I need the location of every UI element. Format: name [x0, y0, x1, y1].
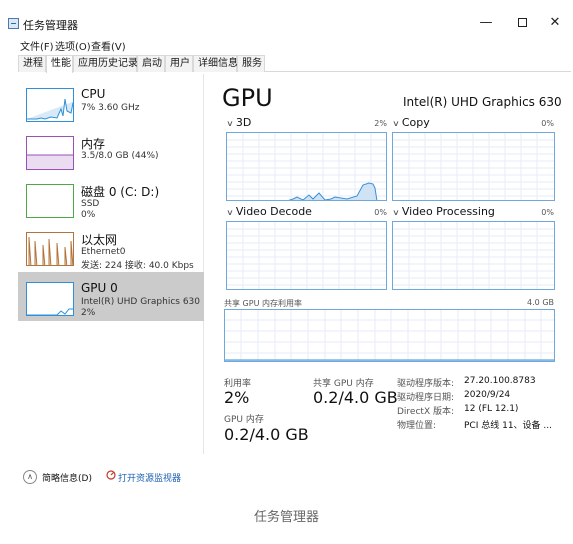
tab-details[interactable]: 详细信息: [193, 55, 238, 72]
physical-location-label: 物理位置:: [397, 421, 437, 431]
sidebar-item-label: GPU 0: [81, 281, 118, 295]
page-title: GPU: [222, 84, 273, 112]
directx-version-value: 12 (FL 12.1): [464, 404, 519, 414]
chevron-down-icon: ∨: [226, 119, 234, 128]
gpu-memory-label: GPU 内存: [224, 415, 264, 425]
engine-name: Video Decode: [235, 205, 312, 218]
sidebar-item-label: 磁盘 0 (C: D:): [81, 185, 160, 199]
maximize-icon: [517, 18, 527, 27]
gpu-memory-value: 0.2/4.0 GB: [224, 425, 309, 444]
engine-name: Video Processing: [401, 205, 495, 218]
menu-options[interactable]: 选项(O): [55, 38, 91, 53]
disk-thumbnail-graph: [26, 184, 74, 218]
menu-file[interactable]: 文件(F): [20, 38, 54, 53]
sidebar-item-disk[interactable]: 磁盘 0 (C: D:) SSD 0%: [18, 174, 204, 223]
tab-bar: 进程 性能 应用历史记录 启动 用户 详细信息 服务: [18, 55, 571, 73]
shared-memory-value: 0.2/4.0 GB: [313, 388, 398, 407]
chevron-down-icon: ∨: [392, 208, 400, 217]
graph-video-processing: [392, 221, 555, 290]
engine-percent: 0%: [541, 119, 554, 128]
memory-thumbnail-graph: [26, 136, 74, 170]
engine-selector-video-processing[interactable]: ∨ Video Processing: [392, 205, 495, 218]
collapse-chevron-icon[interactable]: ∧: [23, 470, 37, 484]
task-manager-window: 任务管理器 — ✕ 文件(F) 选项(O) 查看(V) 进程 性能 应用历史记录…: [0, 0, 573, 500]
chevron-down-icon: ∨: [392, 119, 400, 128]
engine-percent: 0%: [374, 208, 387, 217]
driver-version-label: 驱动程序版本:: [397, 379, 455, 389]
engine-selector-video-decode[interactable]: ∨ Video Decode: [226, 205, 312, 218]
gpu-usage-text: 2%: [81, 308, 96, 318]
engine-percent: 0%: [541, 208, 554, 217]
graph-3d: [226, 132, 387, 201]
resource-list: CPU 7% 3.60 GHz 内存 3.5/8.0 GB (44%) 磁盘 0…: [18, 74, 204, 454]
minimize-button[interactable]: —: [478, 15, 494, 31]
gpu-thumbnail-graph: [26, 282, 74, 316]
shared-memory-graph-label: 共享 GPU 内存利用率: [224, 299, 302, 308]
resource-monitor-icon: [106, 470, 116, 480]
ethernet-thumbnail-graph: [26, 232, 74, 266]
utilization-value: 2%: [224, 388, 250, 407]
tab-services[interactable]: 服务: [237, 55, 265, 72]
sidebar-item-cpu[interactable]: CPU 7% 3.60 GHz: [18, 78, 204, 127]
graph-shared-memory: [224, 309, 555, 362]
graph-video-decode: [226, 221, 387, 290]
task-manager-app-icon: [8, 18, 19, 29]
chevron-down-icon: ∨: [226, 208, 234, 217]
driver-version-value: 27.20.100.8783: [464, 376, 536, 386]
sidebar-item-label: CPU: [81, 87, 106, 101]
disk-type-text: SSD: [81, 199, 100, 209]
graph-copy: [392, 132, 555, 201]
engine-name: 3D: [235, 116, 252, 129]
driver-date-label: 驱动程序日期:: [397, 393, 455, 403]
disk-usage-text: 0%: [81, 210, 96, 220]
ethernet-adapter-text: Ethernet0: [81, 247, 126, 257]
engine-percent: 2%: [374, 119, 387, 128]
engine-name: Copy: [401, 116, 430, 129]
cpu-thumbnail-graph: [26, 88, 74, 122]
title-bar: 任务管理器 — ✕: [0, 0, 573, 32]
sidebar-item-label: 以太网: [81, 233, 118, 247]
engine-selector-3d[interactable]: ∨ 3D: [226, 116, 252, 129]
memory-usage-text: 3.5/8.0 GB (44%): [81, 151, 159, 161]
cpu-usage-text: 7% 3.60 GHz: [81, 103, 140, 113]
sidebar-item-memory[interactable]: 内存 3.5/8.0 GB (44%): [18, 126, 204, 175]
driver-date-value: 2020/9/24: [464, 390, 511, 400]
gpu-model-name: Intel(R) UHD Graphics 630: [403, 95, 562, 109]
directx-version-label: DirectX 版本:: [397, 407, 455, 417]
fewer-details-button[interactable]: 简略信息(D): [42, 471, 92, 484]
engine-selector-copy[interactable]: ∨ Copy: [392, 116, 430, 129]
close-button[interactable]: ✕: [547, 15, 563, 31]
open-resource-monitor-link[interactable]: 打开资源监视器: [118, 471, 181, 484]
tab-processes[interactable]: 进程: [18, 55, 46, 72]
physical-location-value: PCI 总线 11、设备 ...: [464, 421, 552, 431]
ethernet-throughput-text: 发送: 224 接收: 40.0 Kbps: [81, 261, 194, 271]
sidebar-item-ethernet[interactable]: 以太网 Ethernet0 发送: 224 接收: 40.0 Kbps: [18, 222, 204, 271]
tab-startup[interactable]: 启动: [137, 55, 165, 72]
window-title: 任务管理器: [23, 19, 78, 32]
sidebar-item-gpu[interactable]: GPU 0 Intel(R) UHD Graphics 630 2%: [18, 272, 204, 321]
sidebar-item-label: 内存: [81, 137, 106, 151]
shared-memory-max: 4.0 GB: [527, 298, 554, 307]
gpu-model-text: Intel(R) UHD Graphics 630: [81, 297, 200, 307]
image-caption: 任务管理器: [253, 510, 319, 525]
maximize-button[interactable]: [514, 15, 530, 31]
tab-app-history[interactable]: 应用历史记录: [73, 55, 138, 72]
menu-view[interactable]: 查看(V): [91, 38, 126, 53]
tab-users[interactable]: 用户: [165, 55, 193, 72]
tab-performance[interactable]: 性能: [46, 55, 73, 73]
